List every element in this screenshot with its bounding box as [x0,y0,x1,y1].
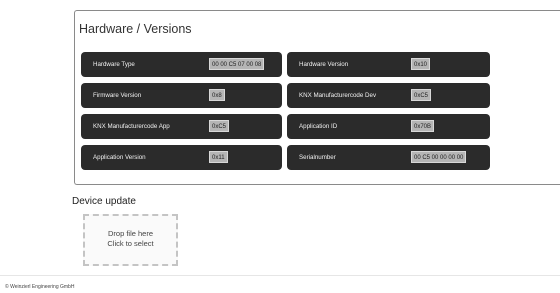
info-row-serialnumber: Serialnumber 00 C5 00 00 00 00 [287,145,490,170]
info-label: Serialnumber [299,154,336,161]
info-row-knx-manufacturercode-dev: KNX Manufacturercode Dev 0xC5 [287,83,490,108]
info-row-application-id: Application ID 0x70B [287,114,490,139]
device-update-heading: Device update [72,196,136,207]
info-row-application-version: Application Version 0x11 [81,145,282,170]
info-label: Hardware Type [93,61,135,68]
info-label: Hardware Version [299,61,349,68]
info-label: Firmware Version [93,92,142,99]
info-label: KNX Manufacturercode App [93,123,170,130]
info-value: 0x11 [209,151,228,163]
info-value: 0x10 [411,58,431,70]
info-row-hardware-type: Hardware Type 00 00 C5 07 00 08 [81,52,282,77]
info-value: 0xC5 [209,120,230,132]
dropzone-line-drop: Drop file here [107,229,154,238]
panel-title: Hardware / Versions [79,22,192,36]
footer-copyright: © Weinzierl Engineering GmbH [5,284,75,290]
info-value: 0x70B [411,120,435,132]
info-label: Application Version [93,154,146,161]
info-row-knx-manufacturercode-app: KNX Manufacturercode App 0xC5 [81,114,282,139]
dropzone-text: Drop file here Click to select [85,229,176,249]
info-value: 00 00 C5 07 00 08 [209,58,265,70]
info-value: 0x8 [209,89,225,101]
info-label: KNX Manufacturercode Dev [299,92,377,99]
info-row-hardware-version: Hardware Version 0x10 [287,52,490,77]
dropzone-line-click: Click to select [107,239,154,248]
footer-divider [0,275,560,276]
page: Hardware / Versions Hardware Type 00 00 … [0,0,560,293]
hardware-versions-panel: Hardware / Versions Hardware Type 00 00 … [74,10,560,185]
info-row-firmware-version: Firmware Version 0x8 [81,83,282,108]
info-value: 0xC5 [411,89,432,101]
info-value: 00 C5 00 00 00 00 [411,151,467,163]
file-dropzone[interactable]: Drop file here Click to select [83,214,178,266]
info-label: Application ID [299,123,338,130]
